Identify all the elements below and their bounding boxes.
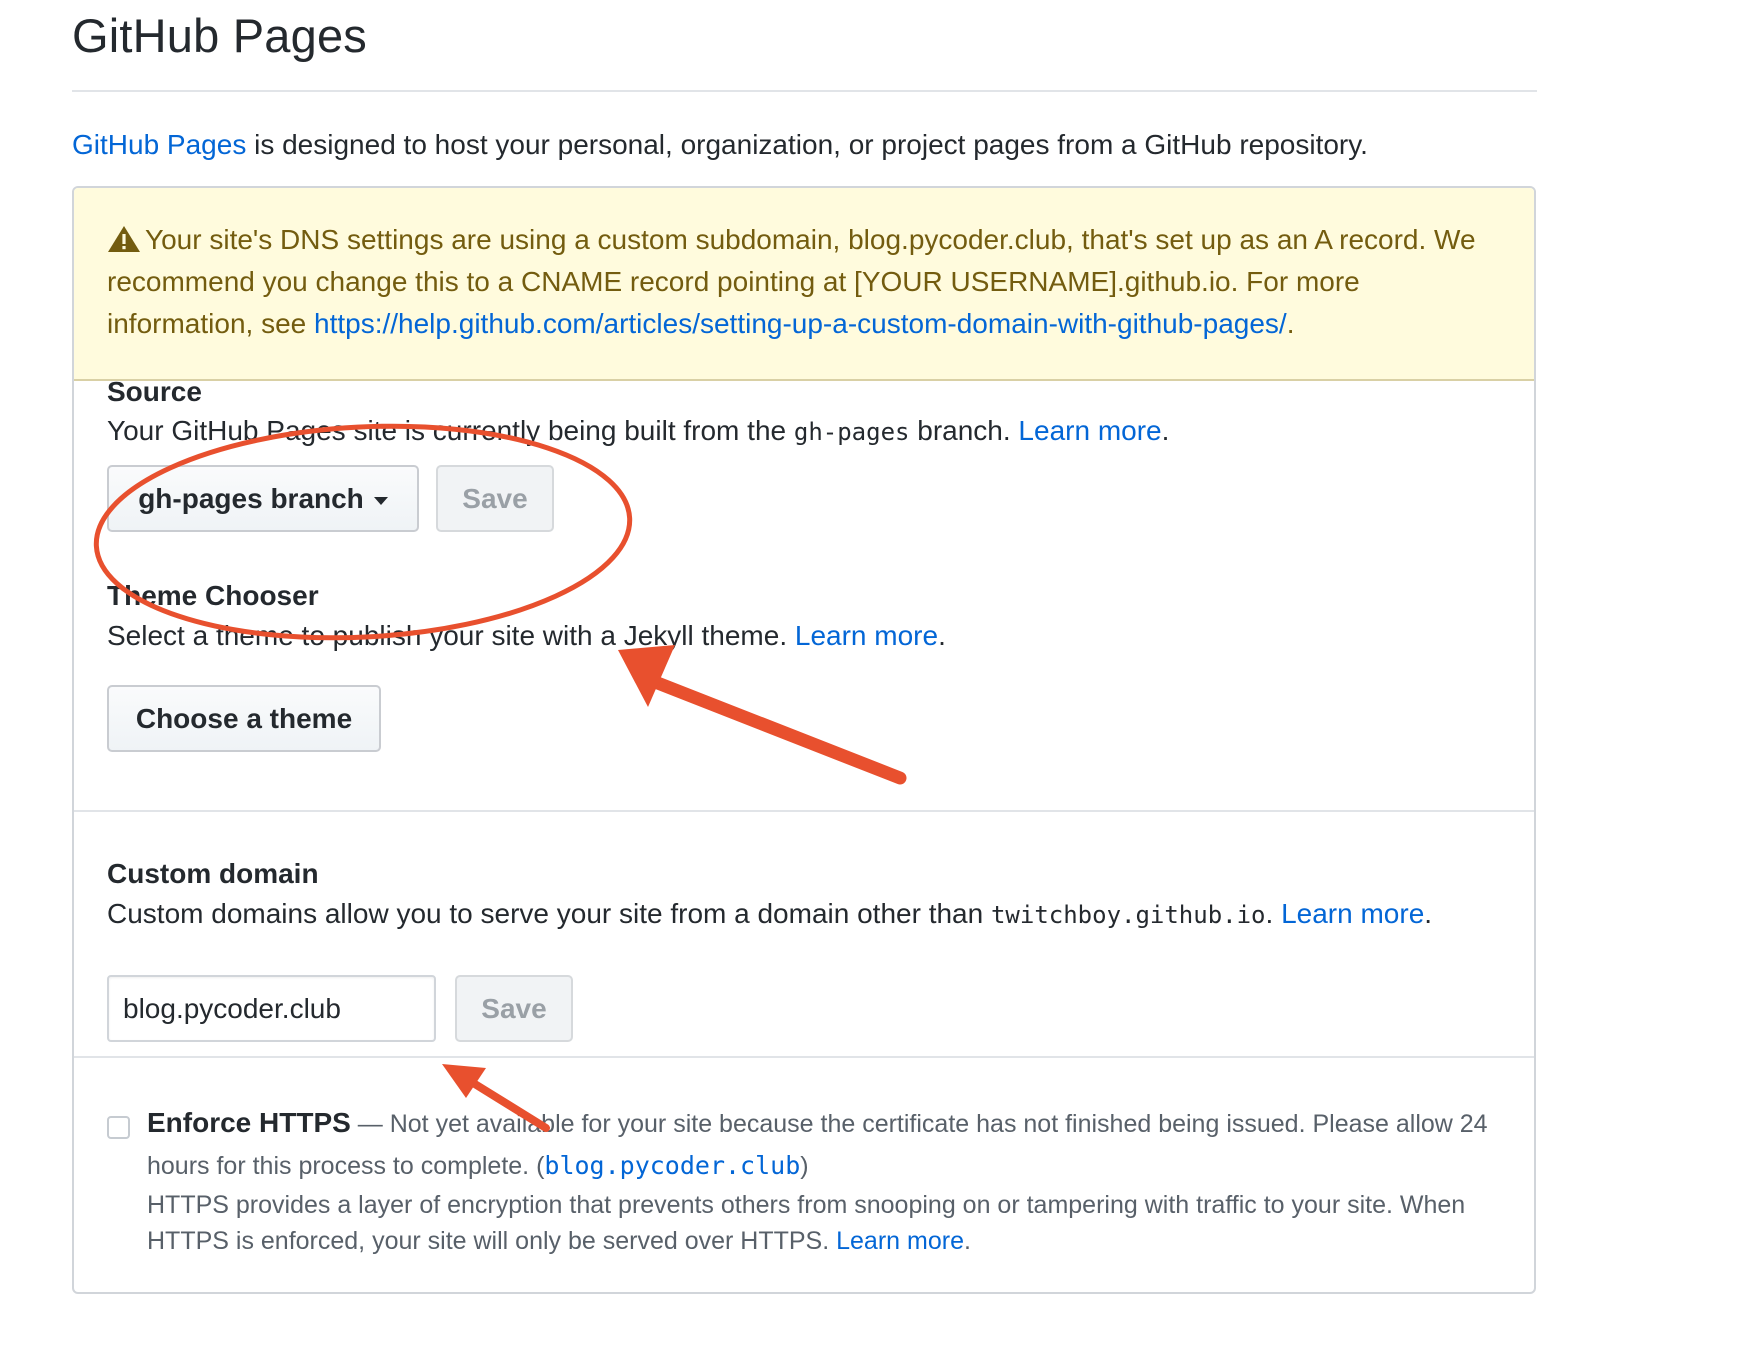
https-domain-code: blog.pycoder.club bbox=[544, 1151, 801, 1180]
enforce-https-label: Enforce HTTPS bbox=[147, 1107, 351, 1138]
flash-period: . bbox=[1286, 308, 1295, 339]
intro-text: is designed to host your personal, organ… bbox=[246, 129, 1368, 160]
source-desc-text-2: branch. bbox=[909, 415, 1019, 446]
github-pages-link[interactable]: GitHub Pages bbox=[72, 129, 246, 160]
https-status-close: ) bbox=[800, 1152, 809, 1180]
theme-chooser-title: Theme Chooser bbox=[107, 580, 319, 611]
https-note-text: HTTPS provides a layer of encryption tha… bbox=[147, 1191, 1466, 1255]
custom-domain-desc-text-2: . bbox=[1265, 898, 1282, 929]
source-description: Your GitHub Pages site is currently bein… bbox=[107, 412, 1169, 451]
source-save-button[interactable]: Save bbox=[436, 465, 554, 532]
source-title: Source bbox=[107, 376, 202, 407]
alert-icon bbox=[108, 226, 140, 252]
source-branch-code: gh-pages bbox=[793, 418, 910, 446]
caret-down-icon bbox=[373, 496, 388, 505]
source-period: . bbox=[1161, 415, 1170, 446]
pages-settings-box: Your site's DNS settings are using a cus… bbox=[72, 186, 1536, 1294]
dns-warning-flash: Your site's DNS settings are using a cus… bbox=[74, 188, 1534, 381]
https-note: HTTPS provides a layer of encryption tha… bbox=[147, 1187, 1517, 1259]
branch-select-button[interactable]: gh-pages branch bbox=[107, 465, 419, 532]
theme-period: . bbox=[938, 620, 946, 651]
https-status: Enforce HTTPS — Not yet available for yo… bbox=[147, 1102, 1517, 1187]
enforce-https-block: Enforce HTTPS — Not yet available for yo… bbox=[147, 1102, 1517, 1259]
source-desc-text: Your GitHub Pages site is currently bein… bbox=[107, 415, 794, 446]
page-title: GitHub Pages bbox=[72, 9, 368, 62]
choose-theme-button[interactable]: Choose a theme bbox=[107, 685, 381, 752]
custom-domain-desc-text: Custom domains allow you to serve your s… bbox=[107, 898, 991, 929]
custom-domain-description: Custom domains allow you to serve your s… bbox=[107, 895, 1432, 934]
enforce-https-checkbox[interactable] bbox=[107, 1116, 130, 1139]
https-dash: — bbox=[350, 1110, 390, 1138]
intro-paragraph: GitHub Pages is designed to host your pe… bbox=[72, 126, 1368, 164]
https-learn-more-link[interactable]: Learn more bbox=[836, 1227, 964, 1255]
title-divider bbox=[72, 90, 1537, 92]
theme-learn-more-link[interactable]: Learn more bbox=[795, 620, 938, 651]
https-period: . bbox=[963, 1227, 971, 1255]
custom-domain-help-link[interactable]: https://help.github.com/articles/setting… bbox=[314, 308, 1287, 339]
theme-description: Select a theme to publish your site with… bbox=[107, 617, 946, 655]
branch-select-label: gh-pages branch bbox=[138, 482, 364, 514]
custom-domain-save-button[interactable]: Save bbox=[455, 975, 573, 1042]
section-divider bbox=[74, 810, 1534, 812]
custom-domain-learn-more-link[interactable]: Learn more bbox=[1281, 898, 1424, 929]
custom-domain-title: Custom domain bbox=[107, 858, 319, 889]
custom-domain-period: . bbox=[1424, 898, 1433, 929]
source-learn-more-link[interactable]: Learn more bbox=[1018, 415, 1161, 446]
custom-domain-input[interactable] bbox=[107, 975, 436, 1042]
theme-desc-text: Select a theme to publish your site with… bbox=[107, 620, 795, 651]
default-domain-code: twitchboy.github.io bbox=[990, 901, 1266, 929]
section-divider bbox=[74, 1056, 1534, 1058]
